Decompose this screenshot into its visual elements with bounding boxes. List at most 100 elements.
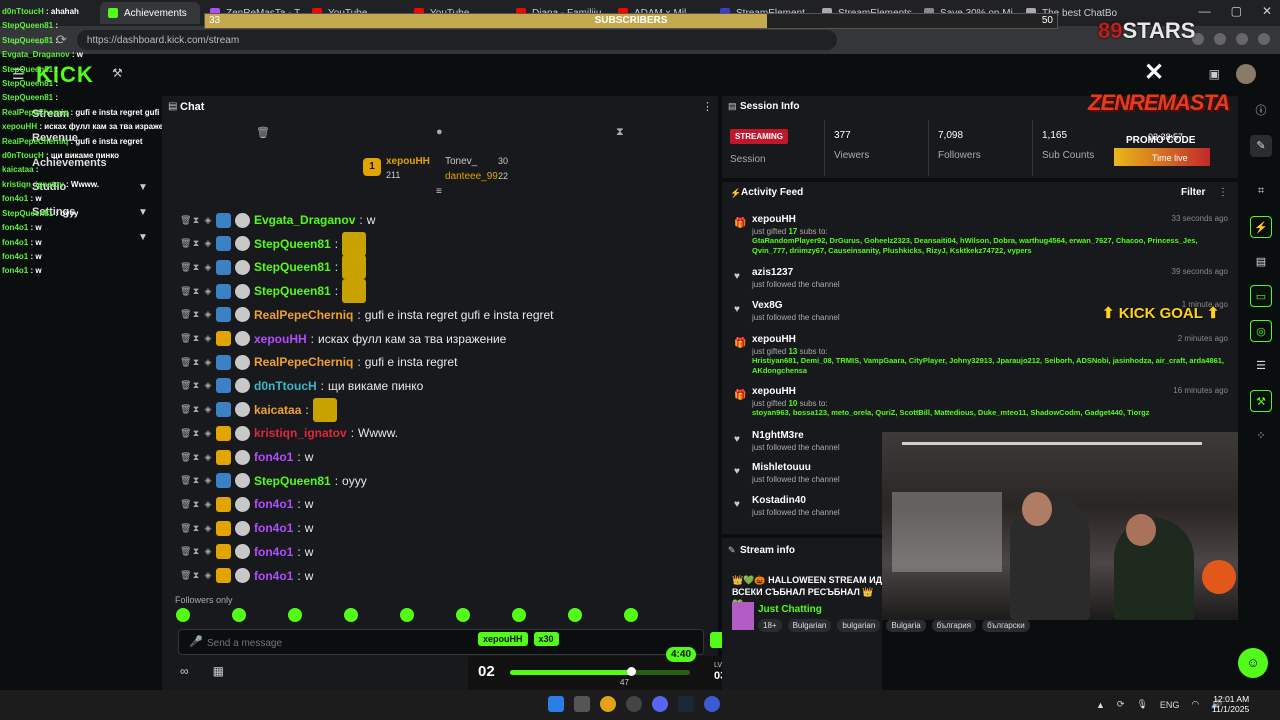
trash-icon[interactable]: 🗑 [256,126,270,139]
shield-icon[interactable]: ◈ [204,523,212,534]
emote-icon[interactable] [232,608,246,622]
chat-username[interactable]: StepQueen81 [254,260,331,274]
trash-icon[interactable]: 🗑 [180,570,191,581]
trash-icon[interactable]: 🗑 [180,452,191,463]
trash-icon[interactable]: 🗑 [180,523,191,534]
emote-icon[interactable] [288,608,302,622]
shield-icon[interactable]: ◈ [204,404,212,415]
timeout-icon[interactable]: ⧗ [192,546,200,557]
timeout-icon[interactable]: ⧗ [192,452,200,463]
emote-icon[interactable] [344,608,358,622]
stream-category[interactable]: Just Chatting [758,604,822,615]
shield-icon[interactable]: ◈ [204,262,212,273]
tv-icon[interactable]: ▣ [1209,67,1220,81]
trash-icon[interactable]: 🗑 [180,262,191,273]
lightning-icon[interactable]: ⚡ [1250,216,1272,238]
maximize-icon[interactable]: ▢ [1231,4,1242,18]
chat-username[interactable]: fon4o1 [254,545,293,559]
timeout-icon[interactable]: ⧗ [192,262,200,273]
layout-icon[interactable]: ☰ [1250,355,1272,377]
emote-icon[interactable] [176,608,190,622]
chrome-icon[interactable] [600,696,616,712]
discord-icon[interactable] [652,696,668,712]
emote-icon[interactable] [624,608,638,622]
trash-icon[interactable]: 🗑 [180,428,191,439]
shield-icon[interactable]: ◈ [204,499,212,510]
language-indicator[interactable]: ENG [1160,700,1180,710]
shield-icon[interactable]: ◈ [204,380,212,391]
trash-icon[interactable]: 🗑 [180,475,191,486]
second-gifter-name[interactable]: Tonev_ [445,156,477,167]
chat-icon[interactable]: ▭ [1250,285,1272,307]
timeout-icon[interactable]: ⧗ [192,215,200,226]
emote-icon[interactable] [400,608,414,622]
chat-username[interactable]: kristiqn_ignatov [254,426,347,440]
chat-username[interactable]: fon4o1 [254,450,293,464]
shield-icon[interactable]: ◈ [204,333,212,344]
chat-username[interactable]: RealPepeCherniq [254,355,353,369]
obs-icon[interactable] [626,696,642,712]
shield-icon[interactable]: ◈ [204,452,212,463]
windows-start-icon[interactable] [548,696,564,712]
hourglass-icon[interactable]: ⧗ [616,126,624,139]
trash-icon[interactable]: 🗑 [180,333,191,344]
timeout-icon[interactable]: ⧗ [192,523,200,534]
chat-username[interactable]: xepouHH [254,332,307,346]
shield-icon[interactable]: ◈ [204,357,212,368]
shield-icon[interactable]: ◈ [204,475,212,486]
chevron-up-icon[interactable]: ▲ [1096,700,1105,710]
chat-username[interactable]: Evgata_Draganov [254,213,355,227]
file-explorer-icon[interactable] [574,696,590,712]
trash-icon[interactable]: 🗑 [180,499,191,510]
trash-icon[interactable]: 🗑 [180,238,191,249]
timeout-icon[interactable]: ⧗ [192,238,200,249]
mic-icon[interactable]: 🎤 [189,635,203,648]
taskbar-clock[interactable]: 12:01 AM 11/1/2025 [1212,694,1249,714]
shield-icon[interactable]: ◈ [204,546,212,557]
info-circle-icon[interactable]: ⓘ [1250,100,1272,122]
shield-icon[interactable]: ◈ [204,428,212,439]
extension-icon[interactable] [1236,33,1248,45]
trash-icon[interactable]: 🗑 [180,286,191,297]
trash-icon[interactable]: 🗑 [180,215,191,226]
shield-icon[interactable]: ◈ [204,570,212,581]
crop-icon[interactable]: ⌗ [1250,180,1272,202]
chat-username[interactable]: StepQueen81 [254,474,331,488]
store-icon[interactable]: ▦ [213,664,224,678]
app-icon[interactable] [704,696,720,712]
top-gifter-name[interactable]: xepouHH [386,156,430,167]
chat-username[interactable]: fon4o1 [254,569,293,583]
close-window-icon[interactable]: ✕ [1262,4,1272,18]
points-icon[interactable]: ∞ [180,664,189,678]
timeout-icon[interactable]: ⧗ [192,333,200,344]
extension-icon[interactable] [1214,33,1226,45]
emote-icon[interactable] [512,608,526,622]
mic-icon[interactable]: 🎙 [1136,699,1147,710]
profile-icon[interactable] [1258,33,1270,45]
feed-user[interactable]: xepouHH [752,386,1228,397]
apps-icon[interactable]: ⁘ [1250,425,1272,447]
feed-user[interactable]: azis1237 [752,267,1228,278]
trash-icon[interactable]: 🗑 [180,546,191,557]
timeout-icon[interactable]: ⧗ [192,286,200,297]
trash-icon[interactable]: 🗑 [180,357,191,368]
chat-username[interactable]: fon4o1 [254,497,293,511]
chat-username[interactable]: d0nTtoucH [254,379,317,393]
wrench-icon[interactable]: ⚒ [1250,390,1272,412]
filter-button[interactable]: Filter [1181,187,1205,198]
pencil-icon[interactable]: ✎ [1250,135,1272,157]
more-options-icon[interactable]: ⋮ [1218,187,1228,198]
timeout-icon[interactable]: ⧗ [192,309,200,320]
wifi-icon[interactable]: ◠ [1191,699,1199,710]
chat-username[interactable]: fon4o1 [254,521,293,535]
feed-user[interactable]: xepouHH [752,214,1228,225]
more-options-icon[interactable]: ⋮ [702,100,713,113]
timeout-icon[interactable]: ⧗ [192,380,200,391]
emote-icon[interactable] [456,608,470,622]
collapse-icon[interactable]: ≡ [436,186,442,197]
chat-username[interactable]: kaicataa [254,403,301,417]
trash-icon[interactable]: 🗑 [180,380,191,391]
shield-icon[interactable]: ◈ [204,238,212,249]
document-icon[interactable]: ▤ [1250,251,1272,273]
minimize-icon[interactable]: — [1199,4,1211,18]
